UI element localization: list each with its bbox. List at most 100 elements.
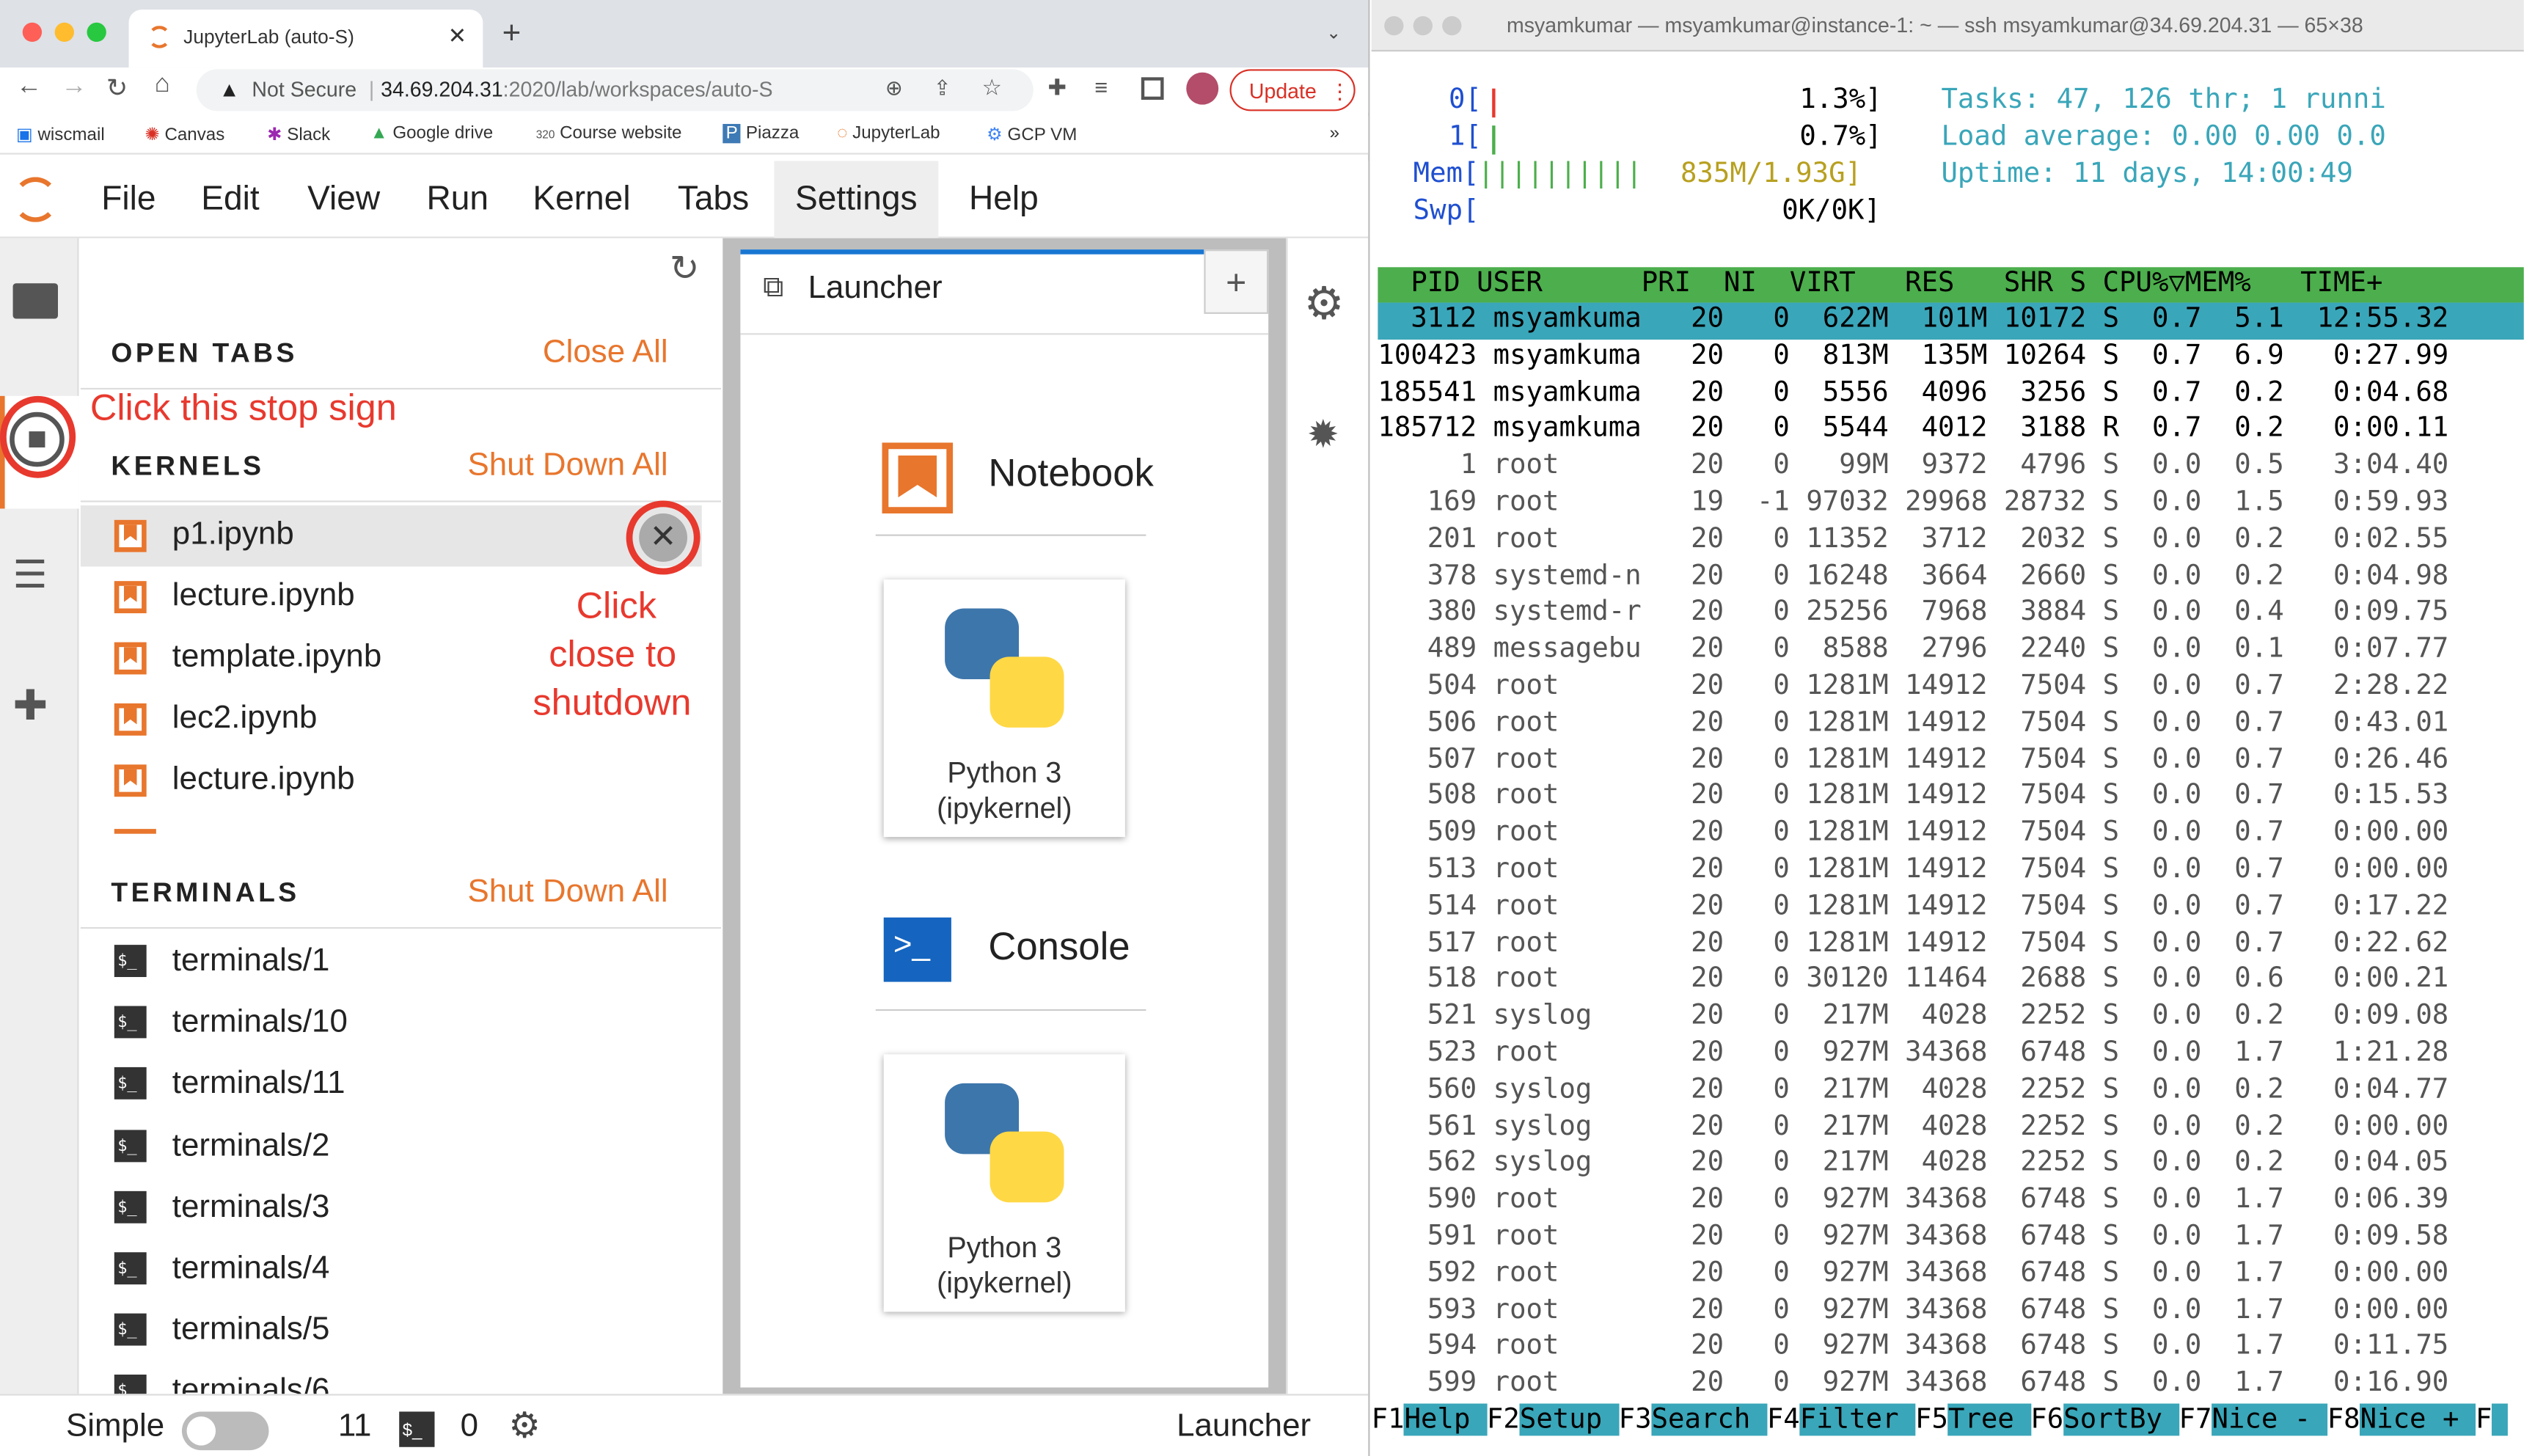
property-inspector-gears-icon[interactable]: ⚙ <box>1303 277 1344 329</box>
process-row[interactable]: 518 root 20 0 30120 11464 2688 S 0.0 0.6… <box>1378 963 2523 1000</box>
home-icon[interactable]: ⌂ <box>155 71 170 100</box>
close-tab-icon[interactable]: ✕ <box>448 23 467 50</box>
process-row[interactable]: 1 root 20 0 99M 9372 4796 S 0.0 0.5 3:04… <box>1378 450 2523 486</box>
fkey-f6[interactable]: F6 <box>2030 1404 2063 1436</box>
terminals-shutdown-all-button[interactable]: Shut Down All <box>467 874 667 911</box>
process-row[interactable]: 513 root 20 0 1281M 14912 7504 S 0.0 0.7… <box>1378 853 2523 890</box>
fkey-label[interactable]: SortBy <box>2063 1403 2179 1435</box>
bookmark-canvas[interactable]: ✺ Canvas <box>145 124 224 144</box>
bookmarks-more-icon[interactable]: » <box>1330 124 1339 143</box>
process-row[interactable]: 593 root 20 0 927M 34368 6748 S 0.0 1.7 … <box>1378 1293 2523 1330</box>
process-row[interactable]: 560 syslog 20 0 217M 4028 2252 S 0.0 0.2… <box>1378 1073 2523 1110</box>
folder-icon[interactable] <box>12 283 58 319</box>
browser-tab[interactable]: JupyterLab (auto-S) ✕ <box>128 10 483 68</box>
maximize-window-button[interactable] <box>1442 15 1462 36</box>
bookmark-slack[interactable]: ✱ Slack <box>267 124 330 144</box>
process-row[interactable]: 185712 msyamkuma 20 0 5544 4012 3188 R 0… <box>1378 413 2523 450</box>
fkey-label[interactable]: Search <box>1652 1403 1767 1435</box>
bookmark-star-icon[interactable]: ☆ <box>982 74 1003 101</box>
fkey-label[interactable]: Nice + <box>2360 1403 2476 1435</box>
fkey-label[interactable]: Tree <box>1947 1403 2031 1435</box>
process-row[interactable]: 562 syslog 20 0 217M 4028 2252 S 0.0 0.2… <box>1378 1146 2523 1183</box>
kernel-row[interactable]: lecture.ipynb <box>81 750 702 811</box>
fkey-f2[interactable]: F2 <box>1487 1404 1520 1436</box>
extensions-icon[interactable]: ✚ <box>1048 74 1067 101</box>
zoom-icon[interactable]: ⊕ <box>885 76 903 101</box>
process-row[interactable]: 506 root 20 0 1281M 14912 7504 S 0.0 0.7… <box>1378 706 2523 743</box>
process-row[interactable]: 201 root 20 0 11352 3712 2032 S 0.0 0.2 … <box>1378 523 2523 560</box>
menu-kernel[interactable]: Kernel <box>533 180 630 219</box>
process-row[interactable]: 504 root 20 0 1281M 14912 7504 S 0.0 0.7… <box>1378 670 2523 706</box>
maximize-window-button[interactable] <box>87 22 106 43</box>
process-row[interactable]: 169 root 19 -1 97032 29968 28732 S 0.0 1… <box>1378 486 2523 523</box>
process-row[interactable]: 100423 msyamkuma 20 0 813M 135M 10264 S … <box>1378 340 2523 376</box>
close-window-button[interactable] <box>22 22 43 43</box>
fkey-label[interactable] <box>2492 1403 2509 1436</box>
terminal-row[interactable]: $_ terminals/6 <box>81 1361 702 1394</box>
debugger-bug-icon[interactable]: ✹ <box>1307 412 1339 459</box>
bookmark-gcp-vm[interactable]: ⚙ GCP VM <box>987 124 1077 144</box>
process-row[interactable]: 508 root 20 0 1281M 14912 7504 S 0.0 0.7… <box>1378 780 2523 816</box>
minimize-window-button[interactable] <box>54 22 74 43</box>
process-row[interactable]: 521 syslog 20 0 217M 4028 2252 S 0.0 0.2… <box>1378 1000 2523 1036</box>
menu-help[interactable]: Help <box>969 180 1039 219</box>
extensions-puzzle-icon[interactable]: ✚ <box>13 681 48 731</box>
fkey-f7[interactable]: F7 <box>2179 1404 2212 1436</box>
terminal-row[interactable]: $_ terminals/2 <box>81 1117 702 1178</box>
process-row[interactable]: 599 root 20 0 927M 34368 6748 S 0.0 1.7 … <box>1378 1367 2523 1403</box>
bookmark-jupyterlab[interactable]: ◌ JupyterLab <box>837 124 940 143</box>
process-table-header[interactable]: PID USER PRI NI VIRT RES SHR S CPU%▽MEM%… <box>1378 267 2524 303</box>
terminal-row[interactable]: $_ terminals/4 <box>81 1240 702 1300</box>
process-row[interactable]: 592 root 20 0 927M 34368 6748 S 0.0 1.7 … <box>1378 1256 2523 1293</box>
menu-tabs[interactable]: Tabs <box>678 180 749 219</box>
terminal-row[interactable]: $_ terminals/3 <box>81 1178 702 1239</box>
process-row[interactable]: 3112 msyamkuma 20 0 622M 101M 10172 S 0.… <box>1378 302 2524 340</box>
menu-settings[interactable]: Settings <box>774 161 939 238</box>
fkey-label[interactable]: Filter <box>1800 1403 1916 1435</box>
process-row[interactable]: 517 root 20 0 1281M 14912 7504 S 0.0 0.7… <box>1378 926 2523 963</box>
simple-mode-toggle[interactable] <box>181 1411 269 1451</box>
reload-icon[interactable]: ↻ <box>106 73 128 105</box>
fkey-f1[interactable]: F1 <box>1372 1404 1405 1436</box>
menu-view[interactable]: View <box>307 180 380 219</box>
process-row[interactable]: 594 root 20 0 927M 34368 6748 S 0.0 1.7 … <box>1378 1330 2523 1367</box>
kernel-row[interactable]: p1.ipynb <box>80 505 702 567</box>
process-row[interactable]: 185541 msyamkuma 20 0 5556 4096 3256 S 0… <box>1378 376 2523 413</box>
update-button[interactable]: Update ⋮ <box>1229 69 1356 111</box>
menu-edit[interactable]: Edit <box>201 180 259 219</box>
notebook-python3-card[interactable]: Python 3 (ipykernel) <box>883 579 1125 838</box>
fkey-f8[interactable]: F8 <box>2327 1404 2360 1436</box>
fkey-label[interactable]: Help <box>1404 1403 1487 1435</box>
fkey-label[interactable]: Nice - <box>2212 1403 2327 1435</box>
terminal-row[interactable]: $_ terminals/10 <box>81 993 702 1054</box>
fkey-f4[interactable]: F4 <box>1767 1404 1800 1436</box>
kernels-count[interactable]: 0 <box>461 1408 478 1445</box>
share-icon[interactable]: ⇪ <box>934 76 951 101</box>
fkey-f5[interactable]: F5 <box>1915 1404 1948 1436</box>
process-row[interactable]: 509 root 20 0 1281M 14912 7504 S 0.0 0.7… <box>1378 816 2523 853</box>
shutdown-kernel-close-icon[interactable]: ✕ <box>639 513 688 562</box>
kernels-shutdown-all-button[interactable]: Shut Down All <box>467 447 667 484</box>
address-bar[interactable]: ▲ Not Secure | 34.69.204.31:2020/lab/work… <box>196 69 1034 111</box>
terminals-count[interactable]: 11 <box>338 1408 372 1445</box>
fkey-label[interactable]: Setup <box>1520 1403 1619 1435</box>
process-row[interactable]: 507 root 20 0 1281M 14912 7504 S 0.0 0.7… <box>1378 743 2523 780</box>
process-row[interactable]: 514 root 20 0 1281M 14912 7504 S 0.0 0.7… <box>1378 890 2523 926</box>
terminal-row[interactable]: $_ terminals/1 <box>81 932 702 993</box>
fkey-f[interactable]: F <box>2476 1404 2492 1436</box>
fkey-f3[interactable]: F3 <box>1619 1404 1652 1436</box>
process-row[interactable]: 380 systemd-r 20 0 25256 7968 3884 S 0.0… <box>1378 596 2523 633</box>
media-icon[interactable]: ≡ <box>1094 74 1108 100</box>
refresh-icon[interactable]: ↻ <box>670 248 699 290</box>
menu-file[interactable]: File <box>101 180 156 219</box>
process-row[interactable]: 591 root 20 0 927M 34368 6748 S 0.0 1.7 … <box>1378 1220 2523 1256</box>
process-row[interactable]: 378 systemd-n 20 0 16248 3664 2660 S 0.0… <box>1378 560 2523 596</box>
table-of-contents-icon[interactable]: ☰ <box>13 552 48 599</box>
new-tab-button[interactable]: + <box>502 16 522 53</box>
minimize-window-button[interactable] <box>1413 15 1433 36</box>
terminal-row[interactable]: $_ terminals/11 <box>81 1054 702 1115</box>
tab-list-chevron-icon[interactable]: ⌄ <box>1326 23 1341 43</box>
sidepanel-icon[interactable] <box>1141 77 1164 100</box>
menu-run[interactable]: Run <box>427 180 489 219</box>
forward-icon[interactable]: → <box>61 73 87 101</box>
